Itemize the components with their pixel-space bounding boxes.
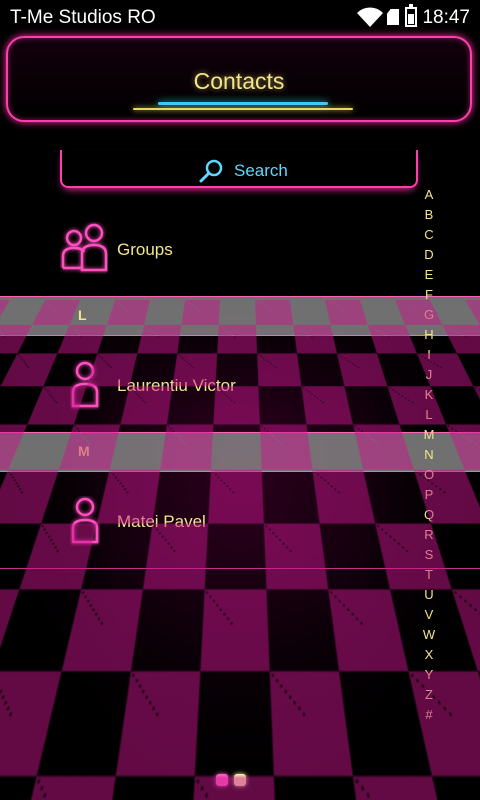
person-icon [71, 497, 99, 544]
index-letter[interactable]: S [418, 545, 440, 565]
page-indicator [216, 772, 256, 788]
contacts-header: Contacts [6, 36, 472, 122]
groups-icon [61, 223, 108, 272]
page-dot-2[interactable] [234, 774, 246, 786]
sim-icon [387, 9, 399, 25]
index-letter[interactable]: Y [418, 665, 440, 685]
index-letter[interactable]: C [418, 225, 440, 245]
index-letter[interactable]: E [418, 265, 440, 285]
search-bar[interactable]: Search [60, 150, 418, 188]
page-title: Contacts [193, 68, 285, 94]
index-letter[interactable]: A [418, 185, 440, 205]
index-letter[interactable]: B [418, 205, 440, 225]
index-letter[interactable]: G [418, 305, 440, 325]
groups-label: Groups [117, 240, 173, 259]
index-letter[interactable]: O [418, 465, 440, 485]
magnifier-icon [199, 159, 223, 183]
wifi-icon [357, 7, 383, 27]
index-letter[interactable]: F [418, 285, 440, 305]
contact-name: Matei Pavel [117, 512, 206, 531]
contact-row[interactable]: Matei Pavel [0, 496, 410, 560]
section-letter: M [78, 443, 90, 459]
status-bar: T-Me Studios RO 18:47 [0, 0, 480, 34]
list-divider [0, 568, 480, 569]
person-icon [71, 361, 99, 408]
index-letter[interactable]: L [418, 405, 440, 425]
section-letter: L [78, 307, 87, 323]
index-letter[interactable]: I [418, 345, 440, 365]
index-letter[interactable]: W [418, 625, 440, 645]
index-letter[interactable]: R [418, 525, 440, 545]
index-letter[interactable]: J [418, 365, 440, 385]
clock: 18:47 [422, 7, 470, 28]
index-letter[interactable]: T [418, 565, 440, 585]
index-letter[interactable]: H [418, 325, 440, 345]
index-letter[interactable]: X [418, 645, 440, 665]
carrier-name: T-Me Studios RO [10, 7, 156, 28]
index-letter[interactable]: K [418, 385, 440, 405]
index-letter[interactable]: N [418, 445, 440, 465]
contact-name: Laurentiu Victor [117, 376, 236, 395]
index-letter[interactable]: D [418, 245, 440, 265]
groups-row[interactable]: Groups [0, 222, 410, 282]
section-header-l: L [0, 296, 480, 336]
index-letter[interactable]: Q [418, 505, 440, 525]
contact-row[interactable]: Laurentiu Victor [0, 360, 410, 424]
index-letter[interactable]: Z [418, 685, 440, 705]
page-dot-1[interactable] [216, 774, 228, 786]
index-letter[interactable]: P [418, 485, 440, 505]
index-letter[interactable]: V [418, 605, 440, 625]
battery-icon [405, 4, 417, 27]
alphabet-index[interactable]: A B C D E F G H I J K L M N O P Q R S T … [418, 185, 440, 725]
header-glow-cyan [158, 102, 328, 105]
section-header-m: M [0, 432, 480, 472]
header-glow-yellow [133, 108, 353, 110]
index-letter[interactable]: U [418, 585, 440, 605]
search-label: Search [234, 161, 288, 180]
index-letter[interactable]: # [418, 705, 440, 725]
index-letter[interactable]: M [418, 425, 440, 445]
